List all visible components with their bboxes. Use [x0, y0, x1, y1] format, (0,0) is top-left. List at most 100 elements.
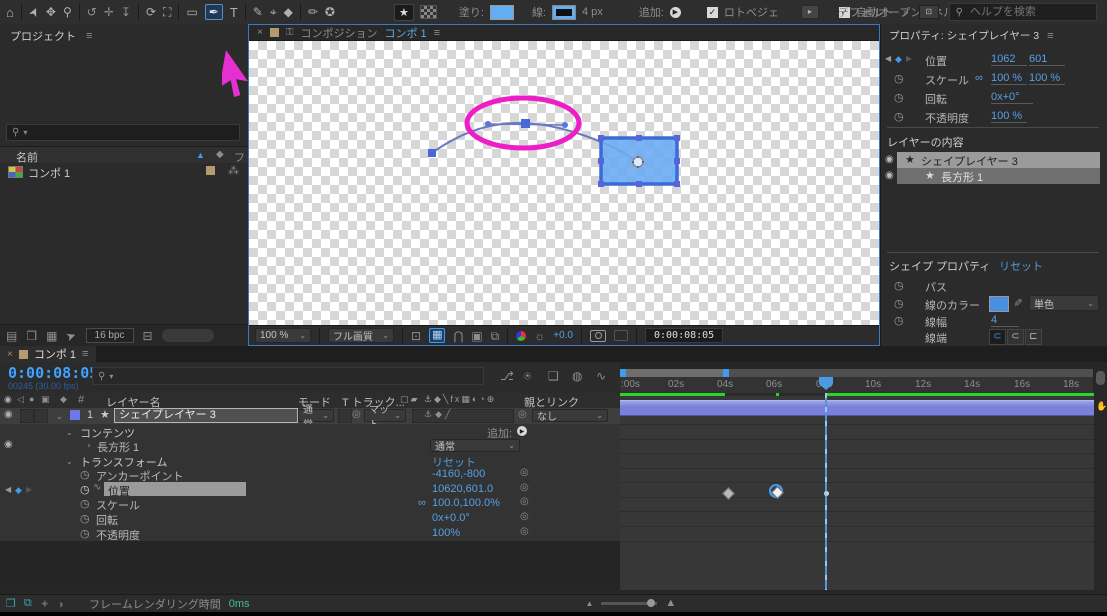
close-tab-icon[interactable]: × [7, 349, 13, 360]
link-icon[interactable]: ∞ [975, 72, 983, 84]
opacity-value[interactable]: 100 % [991, 110, 1027, 123]
timeline-tab-menu-icon[interactable]: ≡ [82, 348, 88, 360]
project-search-box[interactable]: ⚲ ▾ [6, 124, 240, 141]
stopwatch-icon[interactable]: ◷ [80, 527, 90, 540]
layer-label-color[interactable] [70, 410, 80, 420]
puppet-pin-tool-icon[interactable]: ✪ [325, 6, 335, 18]
stopwatch-icon[interactable]: ◷ [80, 497, 90, 510]
prop-label[interactable]: スケール [925, 72, 969, 88]
exposure-icon[interactable]: ☼ [534, 330, 545, 342]
close-tab-icon[interactable]: × [257, 27, 263, 38]
panel-toggle-icon[interactable]: ▸ [801, 5, 819, 19]
new-composition-icon[interactable]: ▦ [46, 330, 57, 342]
layer-list-item-rectangle[interactable]: ◉ ★ 長方形 1 [881, 168, 1107, 184]
expand-transform-icon[interactable]: ❐ [6, 597, 16, 610]
render-queue-icon[interactable]: ➤ [65, 328, 79, 343]
rotation-value[interactable]: 0x+0.0° [432, 512, 470, 524]
properties-panel-menu-icon[interactable]: ≡ [1047, 30, 1053, 42]
stroke-color-label[interactable]: 線のカラー [925, 297, 980, 313]
project-panel-title[interactable]: プロジェクト [10, 28, 76, 44]
layer-duration-bar[interactable] [620, 400, 1094, 416]
parent-pick-whip-icon[interactable]: ◎ [518, 410, 527, 420]
pick-whip-icon[interactable]: ◎ [520, 483, 529, 493]
next-keyframe-icon[interactable]: ▶ [26, 485, 32, 494]
orbit-camera-tool-icon[interactable]: ↺ [87, 6, 97, 18]
track-matte-dropdown[interactable]: マット⌄ [364, 409, 406, 422]
scale-value[interactable]: 100.0,100.0% [432, 497, 500, 509]
prop-label[interactable]: 位置 [925, 53, 947, 69]
layer-name[interactable]: 長方形 1 [941, 169, 983, 185]
stopwatch-icon[interactable]: ◷ [894, 91, 904, 104]
project-bpc-button[interactable]: 16 bpc [86, 328, 134, 343]
cap-round-button[interactable]: ⊂ [1007, 329, 1024, 345]
keyframe-selected[interactable] [769, 484, 783, 498]
stopwatch-icon[interactable]: ◷ [894, 110, 904, 123]
timeline-zoom-slider[interactable] [601, 602, 657, 605]
dolly-camera-tool-icon[interactable]: ↧ [121, 6, 131, 18]
snapshot-camera-icon[interactable] [590, 330, 606, 342]
help-search-box[interactable]: ⚲ [949, 3, 1097, 21]
label-color-swatch[interactable] [206, 166, 215, 175]
draft-3d-icon[interactable]: ⍟ [524, 370, 531, 382]
row-scale[interactable]: ◷ スケール ∞ 100.0,100.0% ◎ [0, 497, 620, 511]
work-area-start-handle[interactable] [620, 369, 626, 377]
next-keyframe-icon[interactable]: ▶ [906, 54, 912, 63]
clone-stamp-tool-icon[interactable]: ⌖ [270, 6, 277, 18]
shape-star-button[interactable]: ★ [394, 4, 414, 21]
pick-whip-icon[interactable]: ◎ [520, 497, 529, 507]
new-folder-icon[interactable]: ❒ [26, 330, 37, 342]
eraser-tool-icon[interactable]: ◆ [284, 6, 293, 18]
home-icon[interactable]: ⌂ [6, 6, 14, 19]
stopwatch-icon[interactable]: ◷ [894, 72, 904, 85]
magnification-dropdown[interactable]: 100 %⌄ [255, 328, 311, 343]
position-value[interactable]: 10620,601.0 [432, 483, 493, 495]
graph-icon[interactable]: ∿ [93, 483, 101, 493]
layer-row[interactable]: ◉ ⌄ 1 ★ シェイプレイヤー 3 通常⌄ ◎ マット⌄ ⚓◆╱ ◎ なし⌄ [0, 408, 620, 425]
project-panel-menu-icon[interactable]: ≡ [86, 30, 92, 42]
current-timecode[interactable]: 0:00:08:05 [8, 364, 98, 382]
roto-brush-tool-icon[interactable]: ✏ [308, 6, 318, 18]
frame-blending-icon[interactable]: ❏ [548, 370, 559, 382]
lock-icon[interactable]: ⚿ [286, 27, 294, 38]
stroke-fill-mode-dropdown[interactable]: 単色⌄ [1029, 295, 1099, 311]
stopwatch-icon[interactable]: ◷ [894, 314, 904, 327]
position-y-value[interactable]: 601 [1029, 53, 1065, 66]
rotation-tool-icon[interactable]: ⟳ [146, 6, 156, 18]
interpret-footage-icon[interactable]: ▤ [6, 330, 17, 342]
layer-list-item-shape-layer[interactable]: ◉ ★ シェイプレイヤー 3 [881, 152, 1107, 168]
stroke-width-value[interactable]: 4 px [582, 6, 603, 18]
rotation-value[interactable]: 0x+0° [991, 91, 1033, 104]
comp-canvas[interactable] [249, 41, 879, 325]
zoom-tool-icon[interactable]: ⚲ [63, 6, 72, 18]
zoom-out-mountain-icon[interactable]: ▲ [586, 600, 594, 608]
cap-butt-button[interactable]: ⊂ [989, 329, 1006, 345]
layer-name[interactable]: シェイプレイヤー 3 [921, 153, 1018, 169]
composition-mini-flowchart-icon[interactable]: ⎇ [500, 370, 514, 382]
prev-keyframe-icon[interactable]: ◀ [5, 485, 11, 494]
motion-blur-icon[interactable]: ◍ [572, 370, 582, 382]
prop-label[interactable]: 回転 [925, 91, 947, 107]
path-label[interactable]: パス [925, 279, 947, 295]
stroke-width-label[interactable]: 線幅 [925, 314, 947, 330]
add-menu-icon[interactable]: ▶ [670, 7, 681, 18]
resolution-dropdown[interactable]: フル画質⌄ [328, 328, 394, 343]
eyedropper-icon[interactable]: ✎ [1011, 298, 1024, 307]
hand-tool-icon[interactable]: ✥ [46, 6, 56, 18]
line-cap-label[interactable]: 線端 [925, 330, 947, 346]
camera-tool-icon[interactable]: ⛶ [163, 6, 171, 18]
checkerboard-pattern-button[interactable] [420, 5, 437, 19]
zoom-in-mountain-icon[interactable]: ▲ [665, 598, 676, 609]
stopwatch-icon[interactable]: ◷ [894, 279, 904, 292]
type-tool-icon[interactable]: T [230, 6, 238, 19]
region-of-interest-icon[interactable]: ▣ [471, 330, 482, 342]
comp-item-name[interactable]: コンポ 1 [28, 165, 70, 181]
expand-inout-icon[interactable]: ✦ [40, 598, 50, 610]
row-opacity[interactable]: ◷ 不透明度 100% ◎ [0, 526, 620, 541]
timeline-right-scrollbar[interactable]: ✋ [1094, 369, 1107, 590]
keyframe-toggle-icon[interactable]: ◆ [15, 485, 22, 496]
grid-guides-icon[interactable]: ⊡ [411, 330, 421, 342]
row-contents[interactable]: ⌄ コンテンツ 追加: ▶ [0, 424, 620, 439]
stopwatch-icon[interactable]: ◷ [894, 297, 904, 310]
exposure-value[interactable]: +0.0 [553, 330, 573, 341]
mask-visibility-icon[interactable]: ⋂ [453, 330, 463, 342]
